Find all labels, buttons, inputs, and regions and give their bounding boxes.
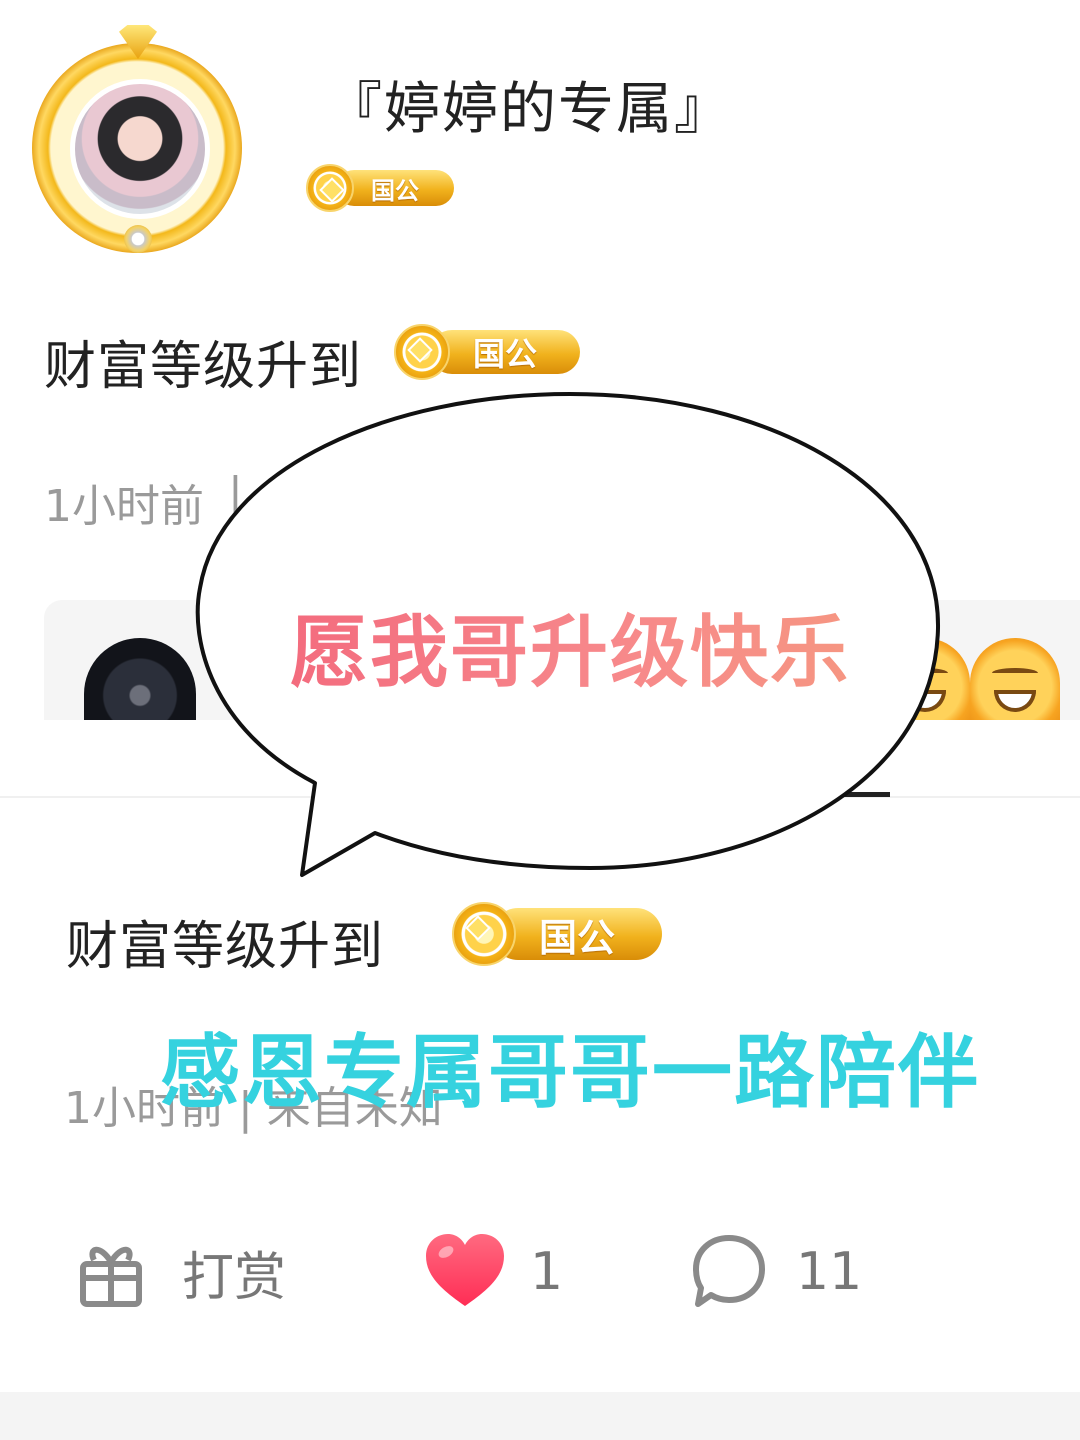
- coin-icon: [306, 164, 354, 212]
- rank-badge-label: 国公: [492, 908, 662, 960]
- heart-icon[interactable]: [424, 1232, 506, 1310]
- grin-emoji-icon: [970, 638, 1060, 720]
- rank-badge: 国公: [394, 324, 580, 380]
- post-time: 1小时前: [44, 481, 204, 532]
- rank-badge: 国公: [452, 902, 662, 966]
- caption-overlay: 感恩专属哥哥一路陪伴: [160, 1026, 980, 1119]
- comment-count: 11: [796, 1242, 863, 1302]
- avatar[interactable]: [28, 25, 248, 255]
- coin-icon: [452, 902, 516, 966]
- avatar-photo: [70, 79, 210, 219]
- reward-button[interactable]: 打赏: [182, 1230, 286, 1314]
- frame-gem-icon: [124, 225, 152, 253]
- coin-icon: [394, 324, 450, 380]
- comment-icon[interactable]: [690, 1232, 768, 1310]
- rank-badge: 国公: [306, 164, 454, 212]
- bubble-text: 愿我哥升级快乐: [190, 590, 950, 702]
- reward-label: 打赏: [182, 1247, 287, 1308]
- like-count: 1: [530, 1242, 564, 1302]
- gift-icon[interactable]: [78, 1240, 144, 1308]
- level-up-text: 财富等级升到: [66, 917, 385, 977]
- rank-badge-label: 国公: [430, 330, 580, 374]
- bottom-spacer: [0, 1392, 1080, 1440]
- username[interactable]: 『婷婷的专属』: [326, 64, 732, 145]
